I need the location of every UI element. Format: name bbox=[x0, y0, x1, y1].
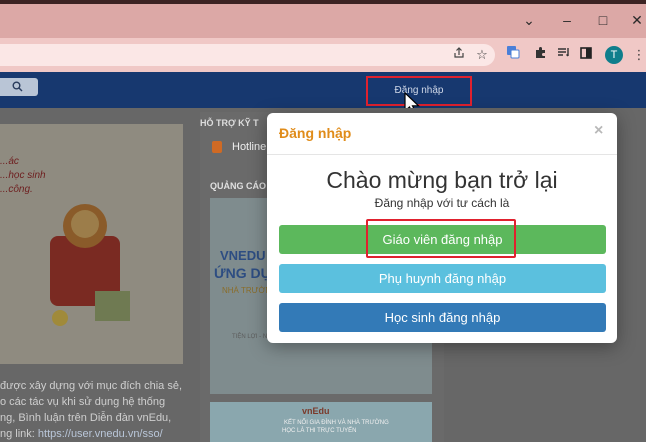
modal-divider bbox=[267, 154, 617, 155]
welcome-heading: Chào mừng bạn trở lại bbox=[326, 167, 558, 193]
phone-icon bbox=[212, 141, 222, 153]
sso-link[interactable]: https://user.vnedu.vn/sso/ bbox=[38, 428, 163, 440]
article-line: o các tác vụ khi sử dụng hệ thống bbox=[0, 396, 166, 408]
extensions-icon[interactable] bbox=[529, 44, 551, 66]
banner-line: ...ác bbox=[0, 156, 19, 167]
ad-logo-text: vnEdu bbox=[302, 406, 330, 416]
maximize-button[interactable]: □ bbox=[588, 10, 618, 30]
translate-icon[interactable] bbox=[502, 44, 524, 66]
bookmark-star-icon[interactable]: ☆ bbox=[471, 44, 493, 66]
article-line: ng, Bình luận trên Diễn đàn vnEdu, bbox=[0, 412, 172, 424]
article-line: được xây dựng với mục đích chia sẻ, bbox=[0, 380, 183, 392]
modal-title: Đăng nhập bbox=[279, 125, 352, 141]
browser-titlebar bbox=[0, 0, 646, 38]
ads-heading: QUẢNG CÁO bbox=[210, 181, 266, 191]
banner-line: ...học sinh bbox=[0, 170, 46, 181]
search-icon bbox=[12, 81, 22, 92]
student-login-button[interactable]: Học sinh đăng nhập bbox=[279, 303, 606, 332]
banner-caption: ...ác ...học sinh ...công. bbox=[0, 155, 48, 197]
tab-strip-edge bbox=[0, 0, 646, 4]
banner-line: ...công. bbox=[0, 184, 33, 195]
ad-text: KẾT NỐI GIA ĐÌNH VÀ NHÀ TRƯỜNG bbox=[284, 420, 389, 426]
share-icon[interactable] bbox=[448, 44, 470, 66]
profile-avatar[interactable]: T bbox=[605, 46, 623, 64]
site-navbar bbox=[0, 72, 646, 108]
chevron-down-icon[interactable]: ⌄ bbox=[514, 10, 544, 30]
search-button[interactable] bbox=[0, 78, 38, 96]
login-as-subtitle: Đăng nhập với tư cách là bbox=[374, 196, 510, 210]
menu-icon[interactable]: ⋮ bbox=[628, 44, 646, 66]
ad-banner-vnedu-connect[interactable]: vnEdu KẾT NỐI GIA ĐÌNH VÀ NHÀ TRƯỜNG HỌC… bbox=[210, 402, 432, 442]
support-heading: HỖ TRỢ KỸ T bbox=[200, 118, 259, 128]
side-panel-icon[interactable] bbox=[575, 44, 597, 66]
lion-dance-illustration bbox=[50, 204, 130, 326]
hotline-label[interactable]: Hotline bbox=[232, 141, 266, 153]
reading-list-icon[interactable] bbox=[552, 44, 574, 66]
ad-text: NHÀ TRƯỜN bbox=[222, 286, 272, 295]
ad-text: HỌC LÀ THI TRỰC TUYẾN bbox=[282, 428, 357, 434]
address-bar[interactable] bbox=[0, 44, 495, 66]
parent-login-button[interactable]: Phụ huynh đăng nhập bbox=[279, 264, 606, 293]
article-line-prefix: ng link: bbox=[0, 428, 38, 440]
minimize-button[interactable]: – bbox=[552, 10, 582, 30]
close-icon[interactable]: × bbox=[594, 122, 603, 140]
article-excerpt: được xây dựng với mục đích chia sẻ, o cá… bbox=[0, 378, 196, 442]
close-window-button[interactable]: ✕ bbox=[622, 10, 646, 30]
highlight-box bbox=[366, 219, 516, 258]
article-line: ng link: https://user.vnedu.vn/sso/ bbox=[0, 426, 196, 442]
